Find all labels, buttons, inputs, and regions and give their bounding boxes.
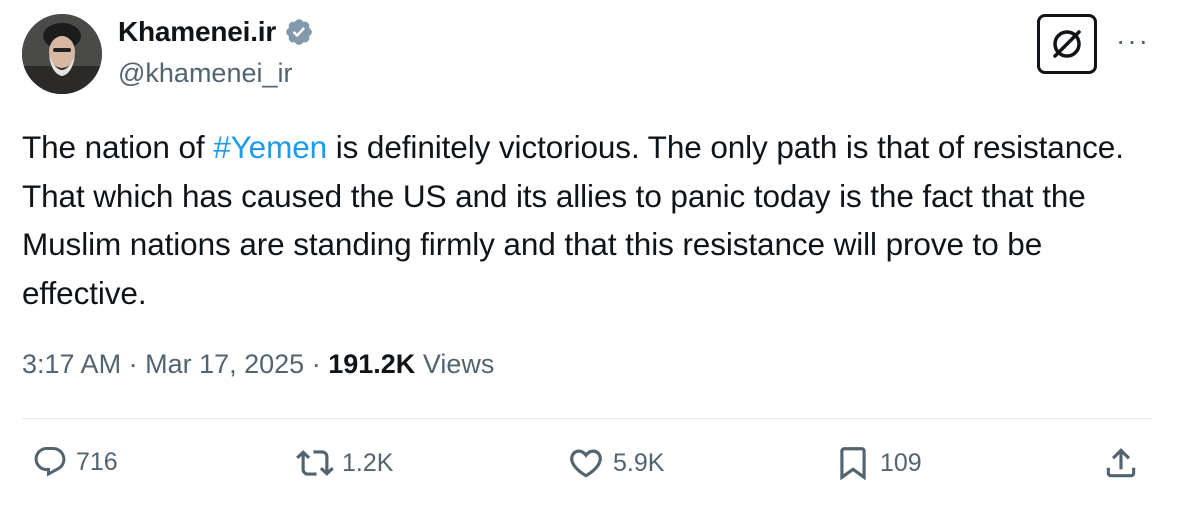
action-bar: 716 1.2K 5.9K 109: [22, 444, 1152, 490]
tweet-time[interactable]: 3:17 AM: [22, 349, 121, 379]
avatar-portrait-icon: [22, 14, 102, 94]
repost-button[interactable]: 1.2K: [296, 444, 393, 482]
heart-icon: [570, 449, 602, 478]
divider: [22, 418, 1152, 419]
grok-button[interactable]: [1037, 14, 1097, 74]
reply-count: 716: [76, 447, 118, 476]
more-options-button[interactable]: ···: [1116, 26, 1150, 56]
meta-separator: ·: [311, 349, 321, 379]
bookmark-button[interactable]: 109: [834, 444, 922, 482]
views-label: Views: [422, 349, 495, 379]
author-name-row: Khamenei.ir: [118, 16, 314, 48]
share-button[interactable]: [1102, 444, 1140, 482]
views-count[interactable]: 191.2K: [328, 349, 415, 379]
repost-count: 1.2K: [342, 448, 394, 477]
hashtag-link[interactable]: #Yemen: [213, 129, 327, 165]
tweet-text-start: The nation of: [22, 129, 214, 165]
tweet-meta: 3:17 AM · Mar 17, 2025 · 191.2K Views: [22, 349, 494, 380]
reply-icon: [34, 447, 66, 477]
share-icon: [1106, 448, 1136, 478]
author-avatar[interactable]: [22, 14, 102, 94]
author-display-name[interactable]: Khamenei.ir: [118, 16, 276, 48]
reply-button[interactable]: 716: [32, 444, 118, 480]
meta-separator: ·: [128, 349, 138, 379]
tweet-text: The nation of #Yemen is definitely victo…: [22, 123, 1162, 317]
repost-icon: [296, 450, 334, 476]
bookmark-count: 109: [880, 448, 922, 477]
tweet-date[interactable]: Mar 17, 2025: [145, 349, 304, 379]
author-handle[interactable]: @khamenei_ir: [118, 58, 293, 89]
bookmark-icon: [840, 447, 866, 481]
like-count: 5.9K: [613, 448, 665, 477]
like-button[interactable]: 5.9K: [567, 444, 664, 482]
verified-badge-icon[interactable]: [284, 17, 314, 47]
grok-icon: [1053, 30, 1081, 58]
